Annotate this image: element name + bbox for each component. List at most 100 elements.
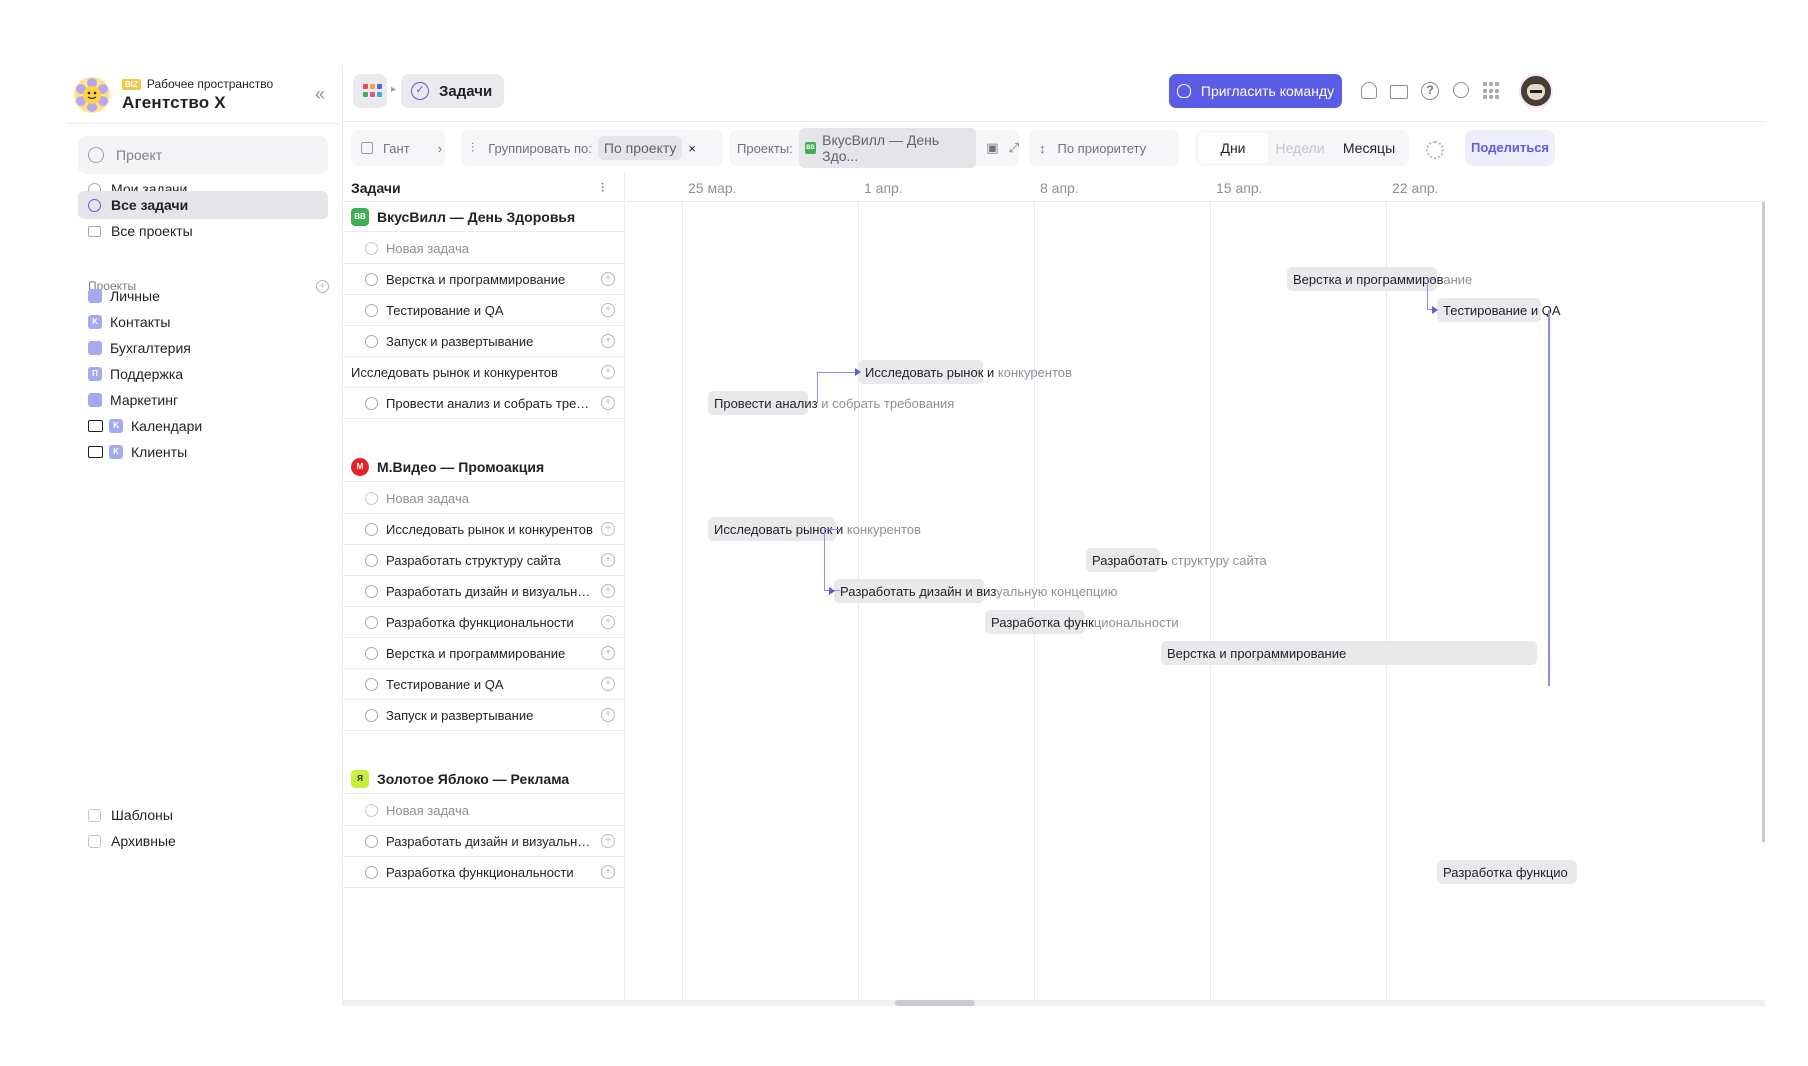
task-checkbox[interactable] bbox=[365, 646, 378, 660]
task-checkbox[interactable] bbox=[365, 865, 378, 879]
search-input[interactable] bbox=[116, 147, 296, 163]
table-row[interactable]: Исследовать рынок и конкурентов + bbox=[343, 514, 625, 545]
task-checkbox[interactable] bbox=[365, 522, 378, 536]
add-subtask-icon[interactable]: + bbox=[601, 365, 615, 379]
project-item-personal[interactable]: Личные bbox=[78, 283, 328, 309]
group-header[interactable]: ВВ ВкусВилл — День Здоровья bbox=[343, 202, 625, 232]
task-checkbox[interactable] bbox=[365, 396, 378, 410]
task-checkbox[interactable] bbox=[365, 272, 378, 286]
apps-grid-icon[interactable] bbox=[353, 74, 387, 108]
add-subtask-icon[interactable]: + bbox=[601, 615, 615, 629]
add-subtask-icon[interactable]: + bbox=[601, 834, 615, 848]
new-task-row[interactable]: Новая задача bbox=[343, 233, 625, 264]
settings-gear-icon[interactable] bbox=[1426, 141, 1444, 159]
expand-icon[interactable]: ⤢ bbox=[1009, 140, 1019, 156]
gantt-view: Задачи ⫶ ВВ ВкусВилл — День Здоровья Нов… bbox=[343, 172, 1765, 1006]
project-item-marketing[interactable]: Маркетинг bbox=[78, 387, 328, 413]
gantt-bar[interactable]: Разработать дизайн и визуальную концепци… bbox=[834, 579, 1117, 603]
collapse-sidebar-icon[interactable]: « bbox=[310, 84, 330, 104]
projects-filter-value[interactable]: ВВ ВкусВилл — День Здо... bbox=[798, 128, 977, 168]
task-checkbox[interactable] bbox=[365, 303, 378, 317]
vertical-scrollbar[interactable] bbox=[1762, 202, 1765, 842]
add-subtask-icon[interactable]: + bbox=[601, 522, 615, 536]
project-item-support[interactable]: П Поддержка bbox=[78, 361, 328, 387]
scrollbar-thumb[interactable] bbox=[895, 1000, 975, 1006]
task-checkbox[interactable] bbox=[365, 334, 378, 348]
table-row[interactable]: Запуск и развертывание + bbox=[343, 326, 625, 357]
gantt-bar[interactable]: Исследовать рынок и конкурентов bbox=[708, 517, 921, 541]
project-search[interactable] bbox=[78, 136, 328, 174]
add-subtask-icon[interactable]: + bbox=[601, 272, 615, 286]
table-row[interactable]: Провести анализ и собрать требован... + bbox=[343, 388, 625, 419]
task-checkbox[interactable] bbox=[365, 584, 378, 598]
gantt-bar[interactable]: Тестирование и QA bbox=[1437, 298, 1561, 322]
table-row[interactable]: Исследовать рынок и конкурентов + bbox=[343, 357, 625, 388]
projects-filter[interactable]: Проекты: ВВ ВкусВилл — День Здо... ▣ ⤢ bbox=[729, 128, 1019, 168]
scale-days[interactable]: Дни bbox=[1198, 133, 1268, 163]
group-header[interactable]: М М.Видео — Промоакция bbox=[343, 452, 625, 482]
table-row[interactable]: Запуск и развертывание + bbox=[343, 700, 625, 731]
task-checkbox[interactable] bbox=[365, 615, 378, 629]
task-checkbox[interactable] bbox=[365, 708, 378, 722]
task-checkbox[interactable] bbox=[365, 677, 378, 691]
columns-settings-icon[interactable]: ⫶ bbox=[601, 181, 615, 195]
add-subtask-icon[interactable]: + bbox=[601, 553, 615, 567]
view-switcher[interactable]: Гант › bbox=[351, 130, 445, 166]
sort-control[interactable]: ↕ По приоритету bbox=[1029, 130, 1179, 166]
table-row[interactable]: Верстка и программирование + bbox=[343, 264, 625, 295]
task-checkbox[interactable] bbox=[365, 553, 378, 567]
add-subtask-icon[interactable]: + bbox=[601, 646, 615, 660]
project-item-clients[interactable]: K Клиенты bbox=[78, 439, 328, 465]
table-row[interactable]: Разработка функциональности + bbox=[343, 607, 625, 638]
templates-link[interactable]: Шаблоны bbox=[78, 802, 328, 828]
nav-all-projects[interactable]: Все проекты bbox=[78, 217, 328, 245]
scale-months[interactable]: Месяцы bbox=[1332, 140, 1406, 156]
table-row[interactable]: Верстка и программирование + bbox=[343, 638, 625, 669]
group-by-value[interactable]: По проекту bbox=[597, 136, 683, 160]
gantt-bar[interactable]: Разработка функцио bbox=[1437, 860, 1577, 884]
add-subtask-icon[interactable]: + bbox=[601, 865, 615, 879]
invite-team-button[interactable]: Пригласить команду bbox=[1169, 74, 1342, 108]
archive-link[interactable]: Архивные bbox=[78, 828, 328, 854]
new-task-row[interactable]: Новая задача bbox=[343, 483, 625, 514]
gantt-bar[interactable]: Разработать структуру сайта bbox=[1086, 548, 1267, 572]
scale-weeks[interactable]: Недели bbox=[1268, 140, 1332, 156]
task-checkbox[interactable] bbox=[365, 834, 378, 848]
save-icon[interactable]: ▣ bbox=[986, 140, 998, 156]
folder-icon[interactable] bbox=[1390, 85, 1408, 99]
nav-all-tasks[interactable]: Все задачи bbox=[78, 191, 328, 219]
avatar[interactable] bbox=[1519, 74, 1553, 108]
group-header[interactable]: Я Золотое Яблоко — Реклама bbox=[343, 764, 625, 794]
clear-group-icon[interactable]: × bbox=[688, 141, 696, 156]
table-row[interactable]: Разработать структуру сайта + bbox=[343, 545, 625, 576]
workspace-switcher[interactable]: BIZ Рабочее пространство Агентство X « bbox=[74, 70, 334, 120]
timescale-switch[interactable]: Дни Недели Месяцы bbox=[1195, 130, 1409, 166]
bell-icon[interactable] bbox=[1361, 82, 1377, 99]
gantt-bar[interactable]: Верстка и программирование bbox=[1287, 267, 1472, 291]
table-row[interactable]: Тестирование и QA + bbox=[343, 669, 625, 700]
share-button[interactable]: Поделиться bbox=[1465, 130, 1555, 166]
new-task-row[interactable]: Новая задача bbox=[343, 795, 625, 826]
help-icon[interactable]: ? bbox=[1421, 82, 1439, 100]
group-by-control[interactable]: ⫶ Группировать по: По проекту × bbox=[461, 130, 723, 166]
project-item-contacts[interactable]: K Контакты bbox=[78, 309, 328, 335]
add-subtask-icon[interactable]: + bbox=[601, 334, 615, 348]
table-row[interactable]: Разработка функциональности + bbox=[343, 857, 625, 888]
table-row[interactable]: Тестирование и QA + bbox=[343, 295, 625, 326]
project-item-calendars[interactable]: K Календари bbox=[78, 413, 328, 439]
gantt-bar[interactable]: Исследовать рынок и конкурентов bbox=[859, 360, 1072, 384]
gantt-bar[interactable]: Верстка и программирование bbox=[1161, 641, 1537, 665]
apps-menu-icon[interactable] bbox=[1483, 82, 1501, 100]
add-subtask-icon[interactable]: + bbox=[601, 303, 615, 317]
gantt-bar[interactable]: Разработка функциональности bbox=[985, 610, 1179, 634]
add-subtask-icon[interactable]: + bbox=[601, 584, 615, 598]
table-row[interactable]: Разработать дизайн и визуальную ... + bbox=[343, 826, 625, 857]
horizontal-scrollbar[interactable] bbox=[343, 1000, 1765, 1006]
breadcrumb-tasks[interactable]: ✓ Задачи bbox=[401, 74, 505, 108]
add-subtask-icon[interactable]: + bbox=[601, 708, 615, 722]
add-subtask-icon[interactable]: + bbox=[601, 396, 615, 410]
table-row[interactable]: Разработать дизайн и визуальную ... + bbox=[343, 576, 625, 607]
search-icon[interactable] bbox=[1453, 82, 1469, 98]
add-subtask-icon[interactable]: + bbox=[601, 677, 615, 691]
project-item-accounting[interactable]: Бухгалтерия bbox=[78, 335, 328, 361]
